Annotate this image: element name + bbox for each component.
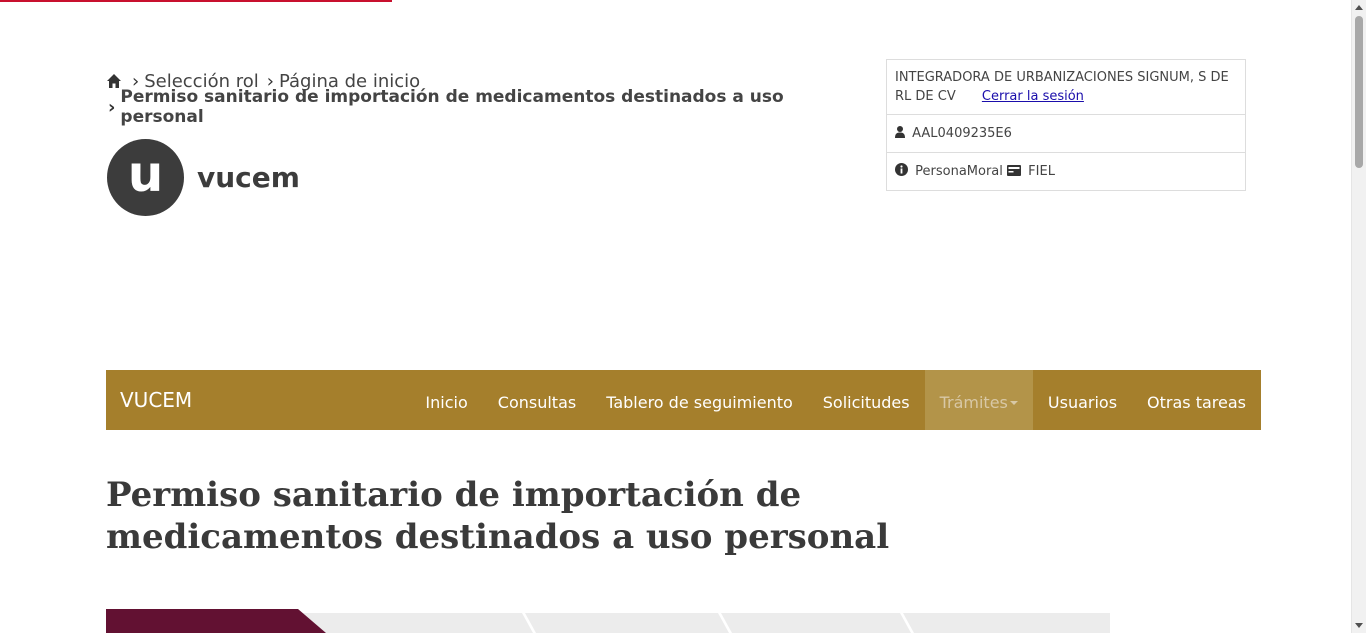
nav-inicio[interactable]: Inicio (410, 370, 482, 430)
navbar-menu: Inicio Consultas Tablero de seguimiento … (410, 370, 1261, 430)
wizard-steps (106, 609, 1110, 633)
nav-consultas[interactable]: Consultas (483, 370, 591, 430)
breadcrumb: › Selección rol › Página de inicio › Per… (106, 68, 846, 127)
scrollbar-thumb[interactable] (1355, 16, 1363, 168)
nav-tramites-dropdown[interactable]: Trámites (924, 370, 1033, 430)
user-info-panel: INTEGRADORA DE URBANIZACIONES SIGNUM, S … (886, 59, 1246, 191)
step-1-active[interactable] (106, 609, 326, 633)
card-icon (1007, 165, 1022, 176)
info-icon (895, 163, 908, 176)
user-rfc: AAL0409235E6 (912, 126, 1012, 141)
nav-solicitudes[interactable]: Solicitudes (808, 370, 925, 430)
caret-down-icon (1009, 401, 1018, 405)
user-rfc-row: AAL0409235E6 (887, 115, 1245, 153)
person-type: PersonaMoral (915, 164, 1003, 179)
main-navbar: VUCEM Inicio Consultas Tablero de seguim… (106, 370, 1261, 430)
logout-link[interactable]: Cerrar la sesión (982, 89, 1084, 104)
loading-progress-line (0, 0, 392, 2)
chevron-right-icon: › (108, 96, 116, 118)
vucem-logo[interactable]: u vucem (107, 139, 300, 216)
vertical-scrollbar[interactable] (1351, 0, 1366, 633)
user-icon (895, 126, 905, 138)
nav-tramites-label: Trámites (939, 392, 1008, 412)
auth-method: FIEL (1028, 164, 1055, 179)
scroll-down-arrow-icon[interactable] (1355, 623, 1363, 628)
logo-text: vucem (197, 161, 300, 194)
logo-mark: u (107, 139, 184, 216)
nav-otras-tareas[interactable]: Otras tareas (1132, 370, 1261, 430)
navbar-brand[interactable]: VUCEM (120, 388, 192, 412)
nav-usuarios[interactable]: Usuarios (1033, 370, 1132, 430)
breadcrumb-current: Permiso sanitario de importación de medi… (120, 87, 784, 127)
user-type-row: PersonaMoral FIEL (887, 153, 1245, 190)
user-company-row: INTEGRADORA DE URBANIZACIONES SIGNUM, S … (887, 60, 1245, 115)
page-title: Permiso sanitario de importación de medi… (106, 475, 890, 557)
nav-tablero-seguimiento[interactable]: Tablero de seguimiento (591, 370, 808, 430)
scroll-up-arrow-icon[interactable] (1355, 5, 1363, 10)
